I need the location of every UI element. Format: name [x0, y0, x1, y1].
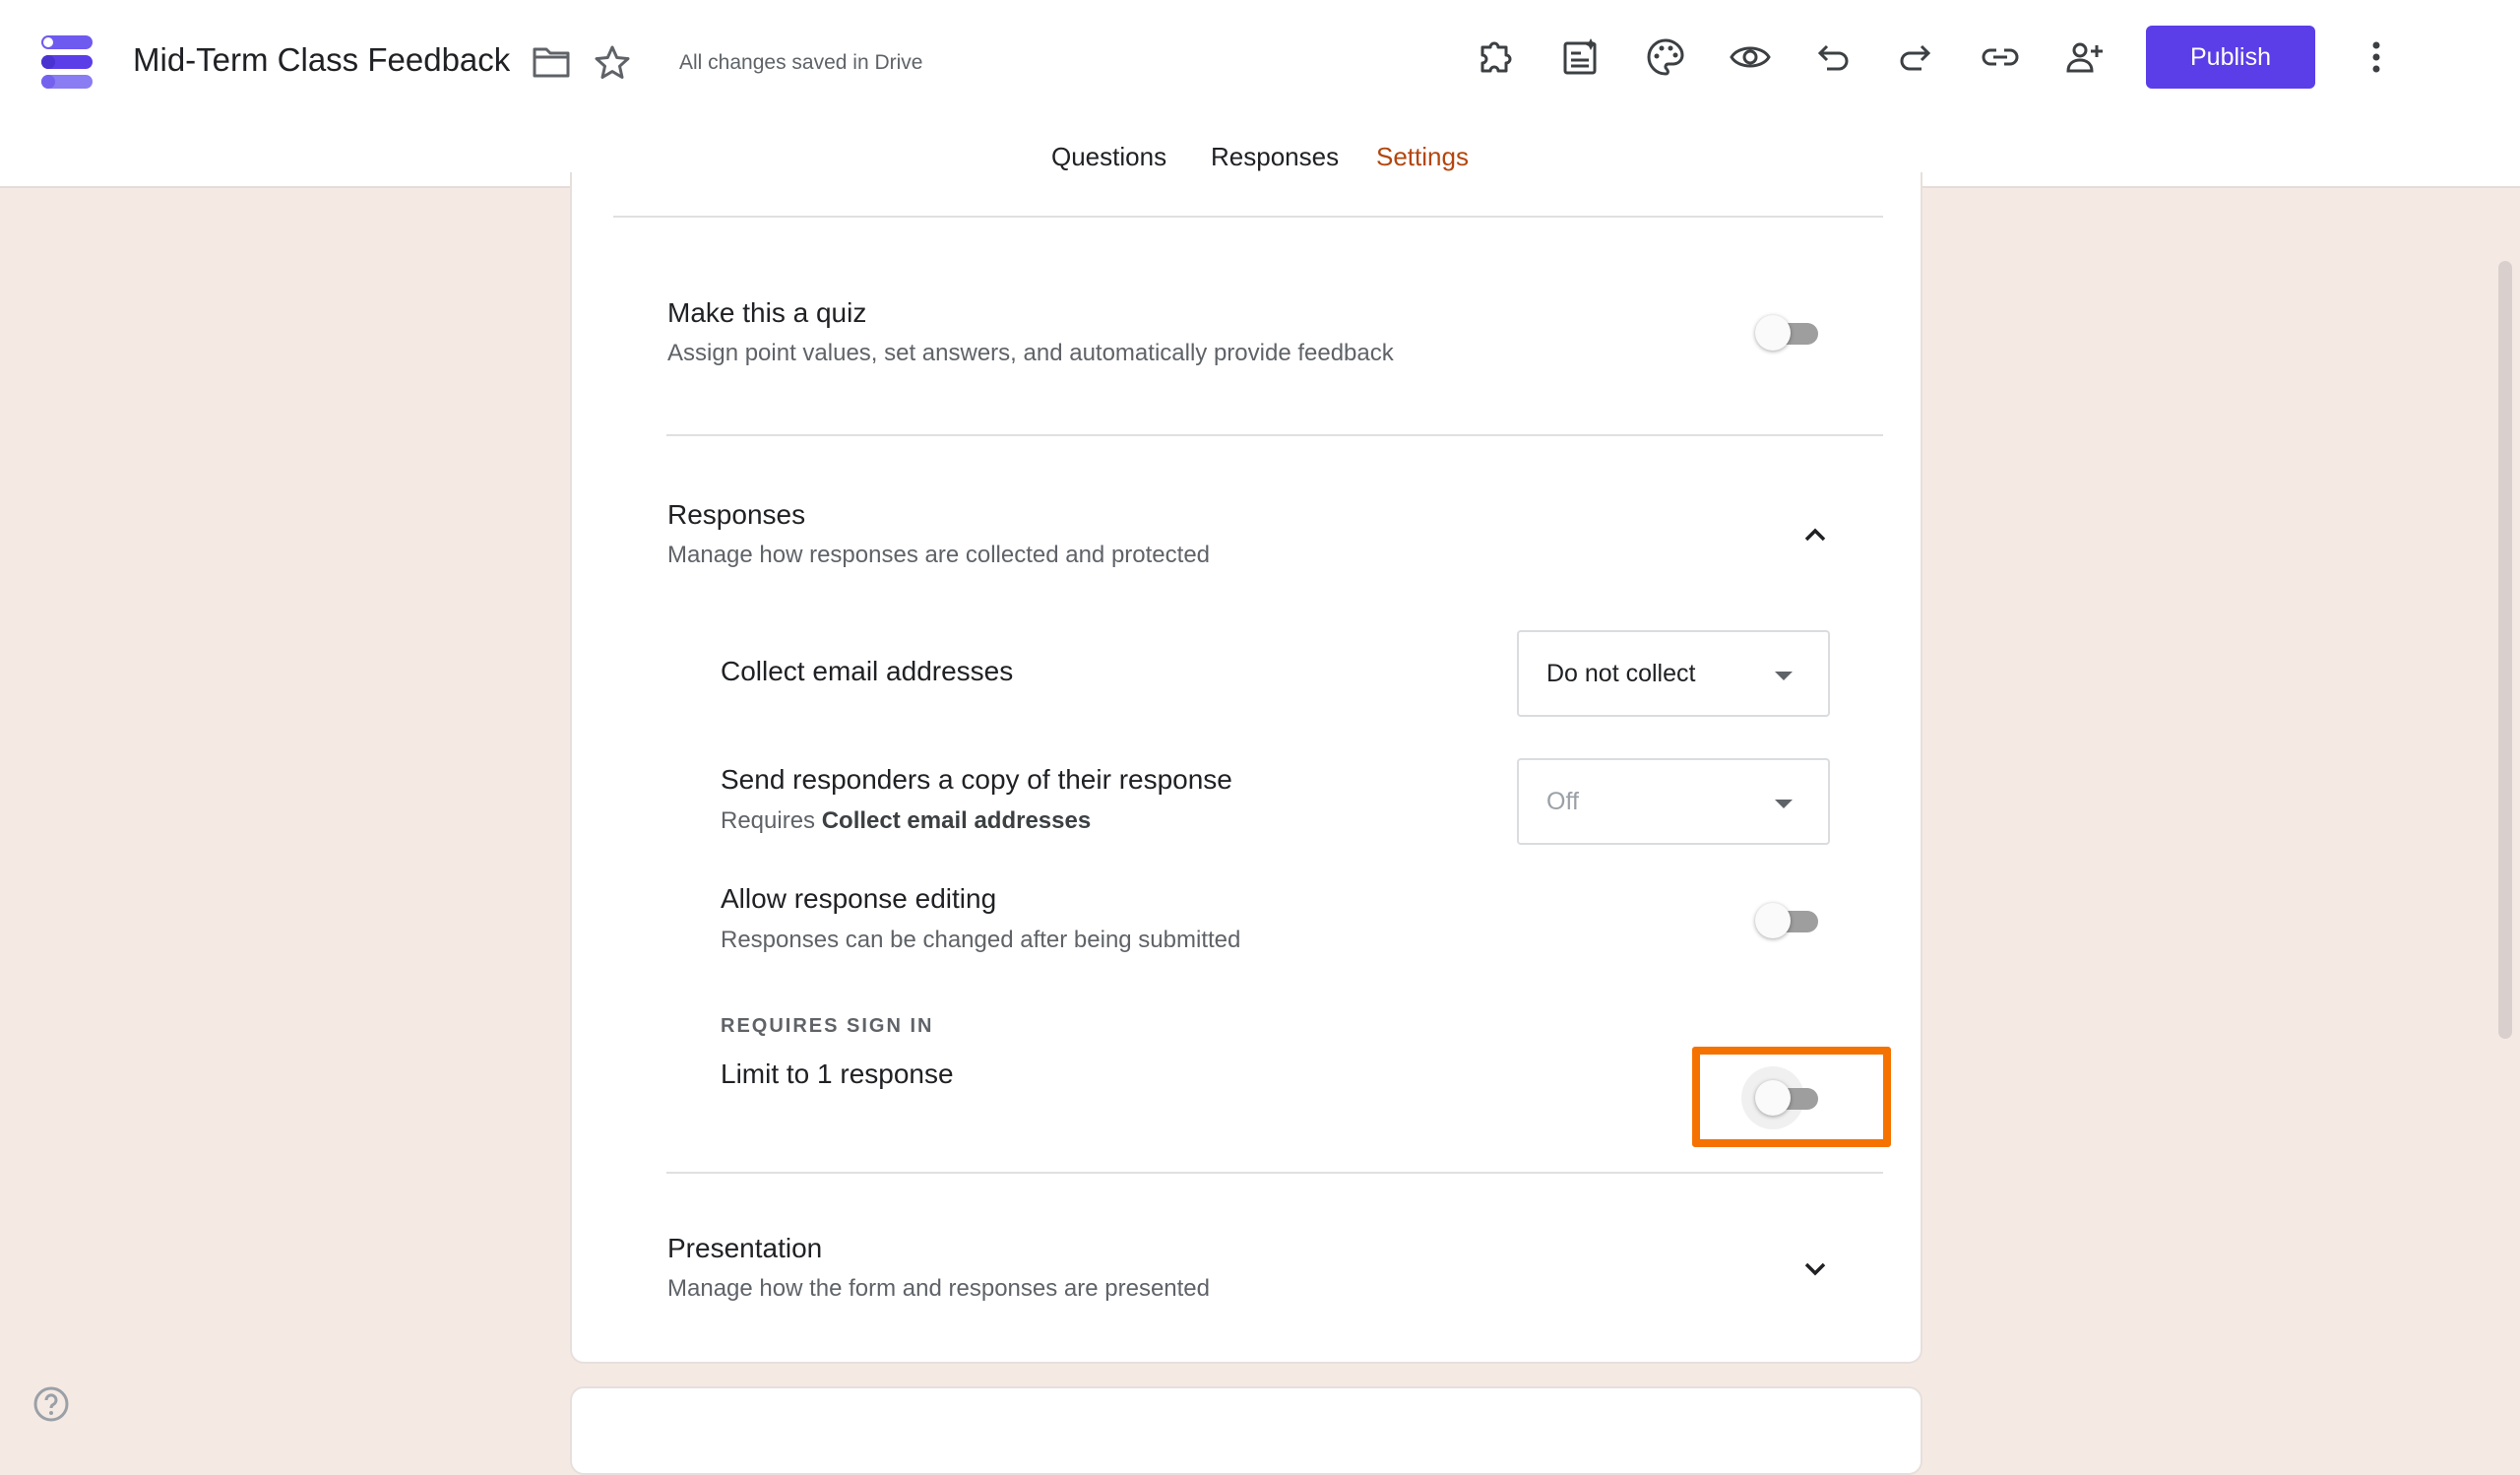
- requires-sign-in-heading: REQUIRES SIGN IN: [721, 1015, 934, 1037]
- presentation-section-description: Manage how the form and responses are pr…: [667, 1275, 1211, 1302]
- undo-icon[interactable]: [1811, 35, 1855, 79]
- scrollbar[interactable]: [2498, 261, 2512, 1039]
- collect-email-value: Do not collect: [1546, 660, 1696, 687]
- allow-editing-label: Allow response editing: [721, 883, 997, 914]
- customize-ai-icon[interactable]: [1559, 35, 1603, 79]
- forms-logo-icon[interactable]: [35, 32, 96, 93]
- redo-icon[interactable]: [1894, 35, 1937, 79]
- send-copy-label: Send responders a copy of their response: [721, 764, 1232, 795]
- save-status: All changes saved in Drive: [679, 51, 923, 74]
- add-collaborator-icon[interactable]: [2063, 35, 2107, 79]
- allow-editing-description: Responses can be changed after being sub…: [721, 927, 1241, 953]
- collect-email-label: Collect email addresses: [721, 656, 1014, 686]
- collect-email-select[interactable]: Do not collect: [1517, 630, 1830, 717]
- next-settings-card: [570, 1386, 1922, 1475]
- presentation-section-title: Presentation: [667, 1233, 823, 1263]
- send-copy-value: Off: [1546, 788, 1579, 815]
- allow-editing-toggle[interactable]: [1753, 901, 1824, 940]
- preview-icon[interactable]: [1729, 35, 1772, 79]
- palette-icon[interactable]: [1644, 35, 1687, 79]
- quiz-toggle[interactable]: [1753, 313, 1824, 353]
- addon-icon[interactable]: [1475, 35, 1518, 79]
- dropdown-arrow-icon: [1775, 800, 1793, 808]
- star-icon[interactable]: [593, 43, 632, 83]
- form-title[interactable]: Mid-Term Class Feedback: [133, 41, 510, 79]
- send-copy-select: Off: [1517, 758, 1830, 845]
- quiz-description: Assign point values, set answers, and au…: [667, 340, 1394, 366]
- tab-settings[interactable]: Settings: [1376, 142, 1469, 172]
- responses-section-description: Manage how responses are collected and p…: [667, 542, 1211, 568]
- divider: [666, 1172, 1883, 1174]
- tab-questions[interactable]: Questions: [1051, 142, 1166, 172]
- limit-one-response-label: Limit to 1 response: [721, 1058, 954, 1089]
- quiz-title: Make this a quiz: [667, 297, 867, 328]
- dropdown-arrow-icon: [1775, 672, 1793, 680]
- publish-button[interactable]: Publish: [2146, 26, 2315, 89]
- more-vert-icon[interactable]: [2357, 35, 2396, 79]
- settings-card: Make this a quiz Assign point values, se…: [570, 172, 1922, 1364]
- folder-icon[interactable]: [532, 45, 571, 79]
- highlight-box: [1692, 1047, 1891, 1147]
- help-icon[interactable]: [32, 1384, 71, 1424]
- chevron-down-icon[interactable]: [1799, 1253, 1831, 1285]
- link-icon[interactable]: [1979, 35, 2022, 79]
- divider: [613, 216, 1883, 218]
- chevron-up-icon[interactable]: [1799, 519, 1831, 550]
- divider: [666, 434, 1883, 436]
- app-header: Mid-Term Class Feedback All changes save…: [0, 0, 2520, 188]
- tab-responses[interactable]: Responses: [1211, 142, 1339, 172]
- send-copy-description: Requires Collect email addresses: [721, 807, 1092, 834]
- responses-section-title: Responses: [667, 499, 806, 530]
